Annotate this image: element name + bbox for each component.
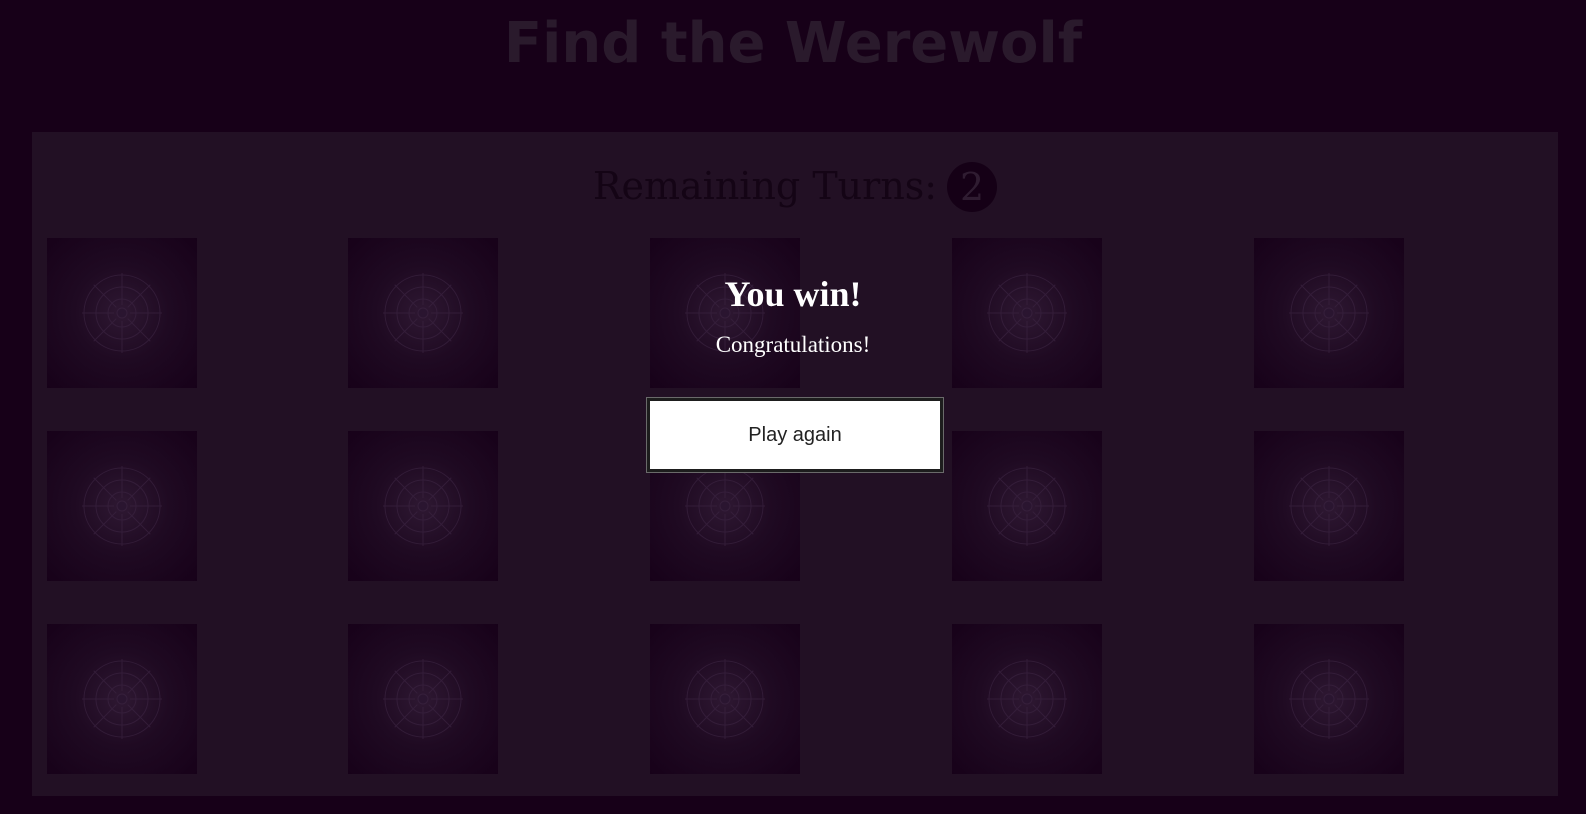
moon-rune-icon: [383, 273, 463, 353]
moon-rune-icon: [1289, 273, 1369, 353]
card-6[interactable]: [47, 431, 197, 581]
card-9[interactable]: [952, 431, 1102, 581]
moon-rune-icon: [82, 466, 162, 546]
moon-rune-icon: [82, 659, 162, 739]
remaining-turns-label: Remaining Turns:: [592, 164, 938, 208]
remaining-turns-count: 2: [947, 161, 998, 212]
win-modal: You win! Congratulations! Play again: [560, 262, 1026, 473]
moon-rune-icon: [685, 659, 765, 739]
play-again-button[interactable]: Play again: [646, 397, 944, 473]
moon-rune-icon: [82, 273, 162, 353]
card-1[interactable]: [47, 238, 197, 388]
card-12[interactable]: [348, 624, 498, 774]
card-7[interactable]: [348, 431, 498, 581]
modal-title: You win!: [724, 274, 862, 314]
moon-rune-icon: [383, 466, 463, 546]
card-5[interactable]: [1254, 238, 1404, 388]
card-15[interactable]: [1254, 624, 1404, 774]
card-11[interactable]: [47, 624, 197, 774]
remaining-turns: Remaining Turns: 2: [32, 160, 1558, 215]
card-14[interactable]: [952, 624, 1102, 774]
moon-rune-icon: [987, 659, 1067, 739]
moon-rune-icon: [987, 466, 1067, 546]
moon-rune-icon: [1289, 659, 1369, 739]
card-10[interactable]: [1254, 431, 1404, 581]
game-title: Find the Werewolf: [503, 11, 1083, 76]
modal-message: Congratulations!: [715, 332, 871, 357]
game-page: Find the Werewolf Remaining Turns: 2 You …: [0, 0, 1586, 814]
card-13[interactable]: [650, 624, 800, 774]
moon-rune-icon: [383, 659, 463, 739]
moon-rune-icon: [1289, 466, 1369, 546]
card-2[interactable]: [348, 238, 498, 388]
